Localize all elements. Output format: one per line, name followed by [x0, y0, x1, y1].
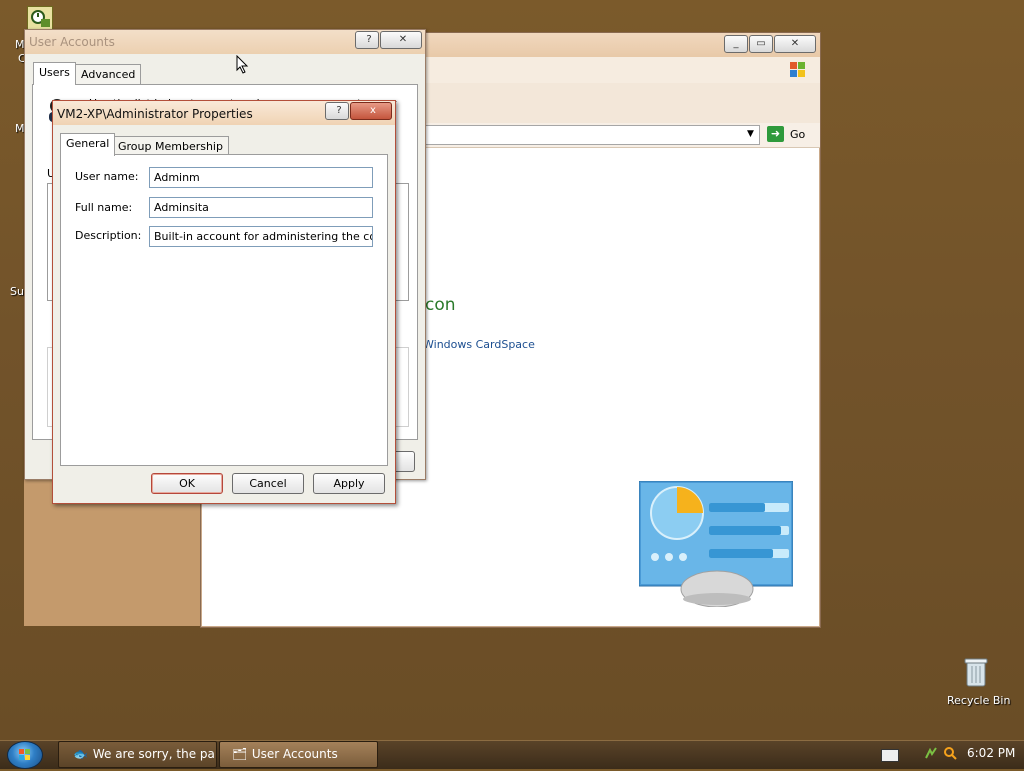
taskbar-clock[interactable]: 6:02 PM — [967, 746, 1015, 760]
address-dropdown-icon[interactable]: ▼ — [747, 129, 754, 139]
taskbar-item-user-accounts[interactable]: 🗂 User Accounts — [219, 741, 378, 768]
help-button[interactable]: ? — [325, 102, 349, 120]
full-name-input[interactable]: Adminsita — [149, 197, 373, 218]
control-panel-illustration — [638, 480, 794, 608]
desktop-icon-app[interactable] — [27, 6, 53, 30]
tab-users[interactable]: Users — [33, 62, 76, 85]
cancel-button[interactable]: Cancel — [232, 473, 304, 494]
description-label: Description: — [75, 229, 142, 242]
go-button[interactable]: Go — [790, 128, 805, 141]
help-button[interactable]: ? — [355, 31, 379, 49]
user-accounts-icon: 🗂 — [232, 747, 248, 761]
windows-logo-icon — [19, 749, 30, 760]
network-icon[interactable] — [924, 746, 938, 760]
full-name-label: Full name: — [75, 201, 133, 214]
taskbar-item-label: User Accounts — [251, 747, 338, 761]
tab-advanced[interactable]: Advanced — [75, 64, 142, 85]
clock-icon — [31, 10, 50, 27]
control-panel-heading: con — [425, 295, 456, 315]
user-accounts-title: User Accounts — [29, 35, 115, 49]
description-input[interactable]: Built-in account for administering the c… — [149, 226, 373, 247]
taskbar-item-browser[interactable]: 🐟 We are sorry, the pa... — [58, 741, 217, 768]
browser-icon: 🐟 — [73, 747, 88, 761]
apply-button[interactable]: Apply — [313, 473, 385, 494]
search-icon[interactable] — [943, 746, 957, 760]
taskbar-item-label: We are sorry, the pa... — [92, 747, 217, 761]
desktop-icon-label-4: Su — [10, 285, 24, 298]
administrator-properties-dialog: VM2-XP\Administrator Properties ? x Gene… — [52, 100, 396, 504]
properties-titlebar: VM2-XP\Administrator Properties ? x — [53, 101, 395, 125]
mouse-cursor-icon — [236, 54, 250, 75]
close-button[interactable]: ✕ — [774, 35, 816, 53]
maximize-button[interactable]: ▭ — [749, 35, 773, 53]
go-arrow-icon[interactable]: ➜ — [767, 126, 784, 142]
user-accounts-titlebar: User Accounts ? ✕ — [25, 30, 425, 54]
cardspace-link[interactable]: Windows CardSpace — [423, 338, 535, 351]
close-button[interactable]: x — [350, 102, 392, 120]
ok-button[interactable]: OK — [151, 473, 223, 494]
close-button[interactable]: ✕ — [380, 31, 422, 49]
keyboard-icon[interactable] — [881, 749, 899, 762]
user-name-label: User name: — [75, 170, 139, 183]
recycle-bin-icon[interactable] — [962, 656, 990, 688]
minimize-button[interactable]: _ — [724, 35, 748, 53]
properties-title: VM2-XP\Administrator Properties — [57, 107, 253, 121]
recycle-bin-label: Recycle Bin — [947, 694, 1011, 707]
address-input[interactable] — [425, 125, 760, 145]
general-tab-panel: User name: Adminm Full name: Adminsita D… — [60, 154, 388, 466]
tab-general[interactable]: General — [60, 133, 116, 156]
start-button[interactable] — [7, 741, 43, 769]
user-name-input[interactable]: Adminm — [149, 167, 373, 188]
windows-flag-icon — [789, 61, 807, 79]
